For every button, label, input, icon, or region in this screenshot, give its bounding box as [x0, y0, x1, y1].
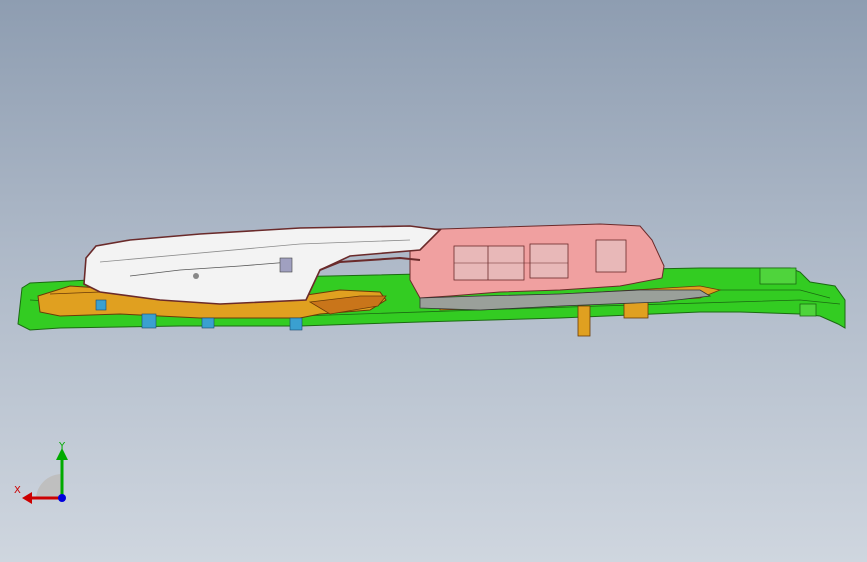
triad-sphere	[36, 473, 62, 498]
x-axis-label: X	[14, 485, 21, 496]
orientation-triad[interactable]: Y X	[14, 442, 74, 506]
z-axis-dot	[58, 494, 66, 502]
y-axis-label: Y	[59, 441, 66, 452]
cad-viewport[interactable]: Y X	[0, 0, 867, 562]
cad-model[interactable]	[0, 0, 867, 562]
x-axis-arrow	[22, 492, 32, 504]
